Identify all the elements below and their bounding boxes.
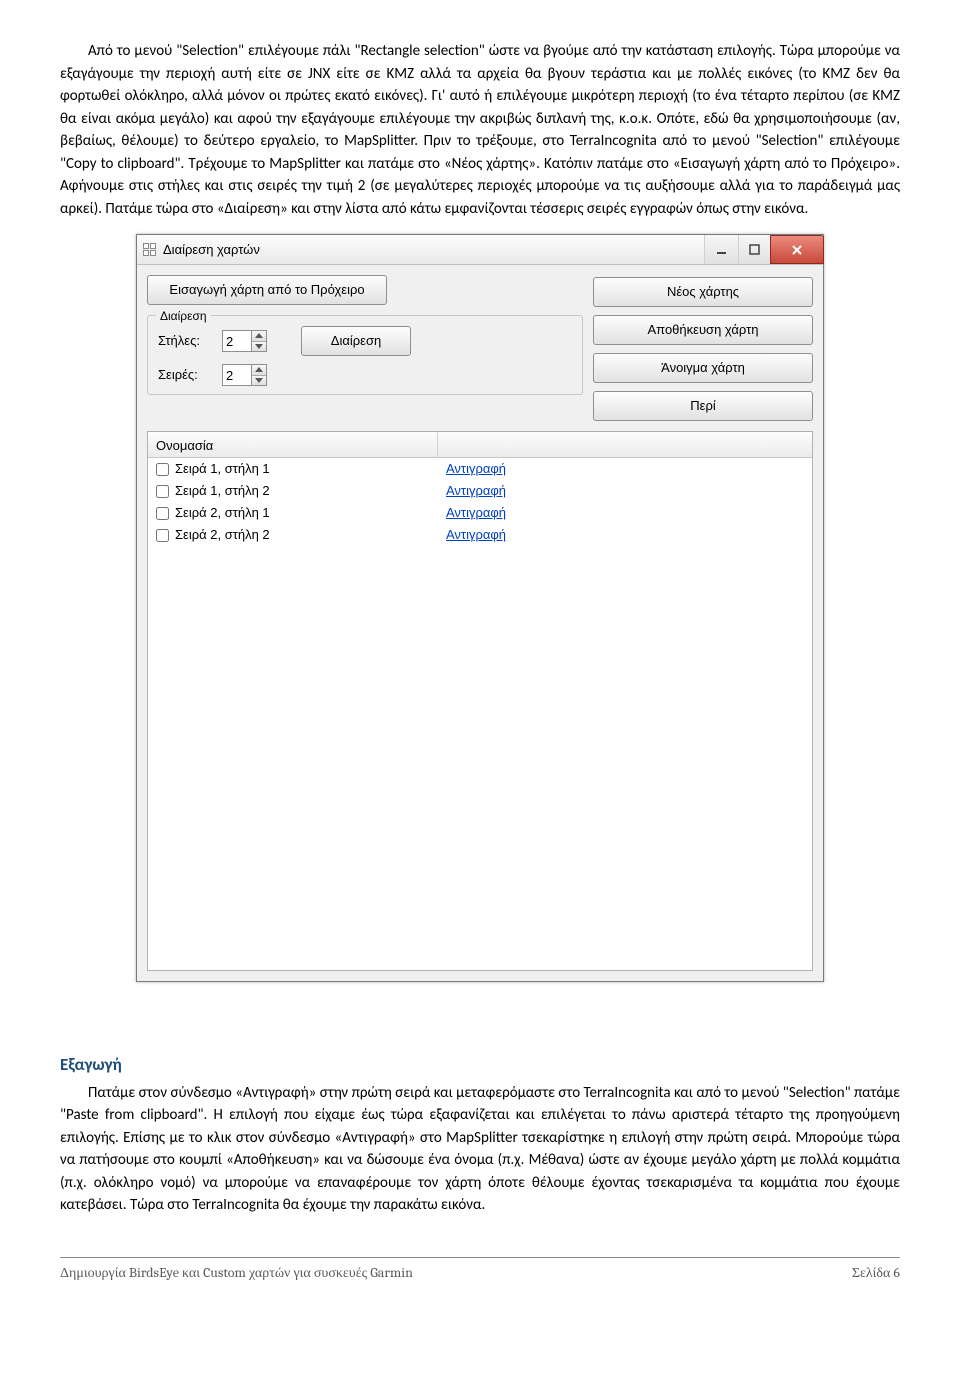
row-label: Σειρά 2, στήλη 2 (175, 525, 270, 545)
rows-down[interactable] (252, 376, 266, 386)
rows-input[interactable] (223, 365, 251, 385)
list-area: Ονομασία Σειρά 1, στήλη 1 Αντιγραφή Σειρ… (147, 431, 813, 971)
window-title: Διαίρεση χαρτών (163, 240, 704, 260)
about-button[interactable]: Περί (593, 391, 813, 421)
section-heading-export: Εξαγωγή (60, 1052, 900, 1078)
row-checkbox[interactable] (156, 529, 169, 542)
list-row[interactable]: Σειρά 2, στήλη 2 Αντιγραφή (148, 524, 812, 546)
column-header-name[interactable]: Ονομασία (148, 432, 438, 457)
rows-label: Σειρές: (158, 365, 214, 385)
columns-up[interactable] (252, 331, 266, 342)
row-action-link[interactable]: Αντιγραφή (446, 461, 506, 476)
list-body: Σειρά 1, στήλη 1 Αντιγραφή Σειρά 1, στήλ… (148, 458, 812, 546)
mapsplitter-window: Διαίρεση χαρτών Εισαγωγή χάρτη από το Πρ… (136, 234, 824, 982)
columns-down[interactable] (252, 342, 266, 352)
divide-button[interactable]: Διαίρεση (301, 326, 411, 356)
row-checkbox[interactable] (156, 485, 169, 498)
columns-label: Στήλες: (158, 331, 214, 351)
open-map-button[interactable]: Άνοιγμα χάρτη (593, 353, 813, 383)
maximize-button[interactable] (738, 235, 770, 264)
group-title: Διαίρεση (156, 307, 211, 325)
minimize-icon (716, 244, 728, 256)
import-from-clipboard-button[interactable]: Εισαγωγή χάρτη από το Πρόχειρο (147, 275, 387, 305)
row-checkbox[interactable] (156, 463, 169, 476)
window-buttons (704, 235, 823, 264)
columns-spinner[interactable] (222, 330, 267, 352)
page-footer: Δημιουργία BirdsEye και Custom χαρτών γι… (60, 1257, 900, 1283)
column-header-action[interactable] (438, 432, 812, 457)
new-map-button[interactable]: Νέος χάρτης (593, 277, 813, 307)
division-group: Διαίρεση Στήλες: Διαίρεση Σειρές: (147, 315, 583, 395)
close-icon (790, 243, 804, 257)
minimize-button[interactable] (704, 235, 738, 264)
app-icon (143, 243, 157, 257)
list-row[interactable]: Σειρά 2, στήλη 1 Αντιγραφή (148, 502, 812, 524)
close-button[interactable] (770, 235, 824, 264)
row-action-link[interactable]: Αντιγραφή (446, 505, 506, 520)
save-map-button[interactable]: Αποθήκευση χάρτη (593, 315, 813, 345)
list-header: Ονομασία (148, 432, 812, 458)
maximize-icon (749, 244, 761, 256)
row-label: Σειρά 1, στήλη 1 (175, 459, 270, 479)
body-paragraph-1: Από το μενού "Selection" επιλέγουμε πάλι… (60, 40, 900, 220)
rows-spinner[interactable] (222, 364, 267, 386)
row-label: Σειρά 2, στήλη 1 (175, 503, 270, 523)
list-row[interactable]: Σειρά 1, στήλη 2 Αντιγραφή (148, 480, 812, 502)
rows-up[interactable] (252, 365, 266, 376)
row-checkbox[interactable] (156, 507, 169, 520)
footer-left: Δημιουργία BirdsEye και Custom χαρτών γι… (60, 1262, 413, 1283)
footer-right: Σελίδα 6 (852, 1262, 900, 1283)
row-action-link[interactable]: Αντιγραφή (446, 527, 506, 542)
titlebar: Διαίρεση χαρτών (137, 235, 823, 265)
row-action-link[interactable]: Αντιγραφή (446, 483, 506, 498)
body-paragraph-2: Πατάμε στον σύνδεσμο «Αντιγραφή» στην πρ… (60, 1082, 900, 1217)
row-label: Σειρά 1, στήλη 2 (175, 481, 270, 501)
list-row[interactable]: Σειρά 1, στήλη 1 Αντιγραφή (148, 458, 812, 480)
columns-input[interactable] (223, 331, 251, 351)
